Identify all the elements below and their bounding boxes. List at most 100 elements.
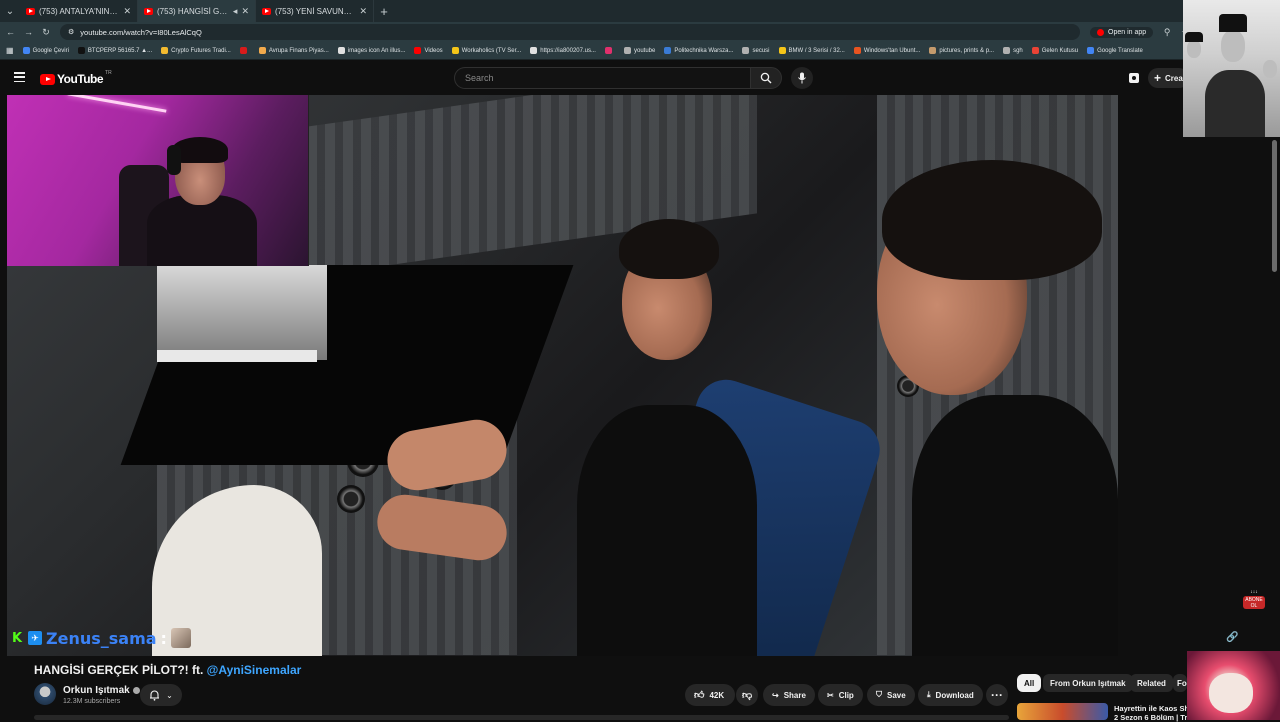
link-icon[interactable]: 🔗 [1226,632,1238,643]
bookmark-item[interactable]: youtube [623,47,655,54]
bookmark-item[interactable]: Gelen Kutusu [1031,47,1078,54]
bookmark-item[interactable]: BTCPERP 56165.7 ▲... [77,47,152,54]
chat-overlay-message: K ✈ Zenus_sama : [12,628,191,648]
streamer-body [147,195,257,266]
reload-icon[interactable]: ↻ [42,27,50,38]
bookmark-item[interactable]: https://ia800207.us... [530,47,596,54]
bookmark-item[interactable]: Google Çeviri [22,47,69,54]
bookmark-favicon-icon [530,47,538,54]
download-button[interactable]: ⤓ Download [918,684,983,706]
close-tab-icon[interactable]: ✕ [241,6,249,17]
bookmark-favicon-icon [22,47,30,54]
like-button[interactable]: 👍︎ 42K [685,684,735,706]
share-button[interactable]: ↪ Share [763,684,815,706]
bookmark-item[interactable]: Workaholics (TV Ser... [451,47,521,54]
new-tab-button[interactable]: + [374,4,394,19]
logo-region: TR [105,70,112,76]
save-button[interactable]: ⛉ Save [867,684,915,706]
arrow-down-icon: ↓↓↓ [1250,589,1258,595]
bookmark-item[interactable]: Videos [414,47,443,54]
bookmark-item[interactable]: pictures, prints & p... [929,47,994,54]
browser-tab-active[interactable]: (753) HANGİSİ GERÇEK PİLOT ◂ ✕ [138,0,256,22]
chip-from-channel[interactable]: From Orkun Işıtmak [1043,674,1133,692]
bookmark-label: Videos [424,47,443,54]
bookmark-item[interactable]: images icon An illus... [337,47,405,54]
more-icon: ··· [991,688,1003,702]
tab-search-icon[interactable]: ⌄ [0,0,20,22]
youtube-play-logo-icon [40,73,55,85]
clip-button[interactable]: ✂ Clip [818,684,863,706]
bookmark-item[interactable]: Politechnika Warsza... [664,47,733,54]
bookmark-label: https://ia800207.us... [540,47,596,54]
search-input[interactable]: Search [454,67,750,89]
zoom-icon[interactable]: ⚲ [1163,27,1171,38]
youtube-masthead: YouTube TR Search + Crea [0,61,1280,95]
recommendation-thumbnail[interactable] [1017,703,1108,720]
bookmark-item[interactable]: secusi [742,47,770,54]
search-icon [760,72,772,84]
bookmark-favicon-icon [853,47,861,54]
microphone-icon [798,72,806,84]
bookmark-favicon-icon [1031,47,1039,54]
video-player[interactable]: K ✈ Zenus_sama : [7,95,1118,656]
channel-mention-link[interactable]: @AyniSinemalar [207,663,302,677]
bookmark-item[interactable] [604,47,615,54]
forward-arrow-icon[interactable]: → [24,27,33,37]
bookmark-item[interactable]: Windows'tan Ubunt... [853,47,920,54]
back-arrow-icon[interactable]: ← [6,27,15,37]
hamburger-menu-icon[interactable] [14,72,25,82]
bookmark-favicon-icon [77,47,85,54]
close-tab-icon[interactable]: ✕ [359,6,367,17]
thumbs-up-icon: 👍︎ [694,690,705,701]
chip-related[interactable]: Related [1130,674,1173,692]
recommendation-title[interactable]: Hayrettin ile Kaos Sho 2 Sezon 6 Bölüm |… [1114,704,1187,722]
browser-tab[interactable]: (753) YENİ SAVUNMA PAKTI İS ✕ [256,0,374,22]
chip-label: From Orkun Işıtmak [1050,678,1126,688]
chip-all[interactable]: All [1017,674,1042,692]
thumbs-down-icon: 👎︎ [742,690,753,701]
site-info-icon[interactable]: ⚙ [68,28,74,36]
bookmark-favicon-icon [161,47,169,54]
mute-tab-icon[interactable]: ◂ [233,6,238,17]
search-button[interactable] [750,67,782,89]
youtube-logo[interactable]: YouTube TR [40,70,112,86]
close-tab-icon[interactable]: ✕ [123,6,131,17]
kalpak-hat-icon [1185,32,1203,42]
bookmark-item[interactable] [239,47,250,54]
address-bar[interactable]: ⚙ youtube.com/watch?v=I80LesAlCqQ [60,24,1080,40]
kick-badge-icon: K [12,630,23,646]
browser-tab[interactable]: (753) ANTALYA'NIN VAHŞİ DOĞ ✕ [20,0,138,22]
recommendation-title-line: 2 Sezon 6 Bölüm | Tr [1114,713,1187,722]
bookmark-favicon-icon [623,47,631,54]
bookmark-favicon-icon [778,47,786,54]
chat-separator: : [160,628,167,648]
subscribe-overlay-badge: ↓↓↓ ABONE OL [1243,589,1265,611]
explore-icon[interactable] [1128,72,1140,84]
streamer-facecam [7,95,309,266]
bookmark-item[interactable]: Google Translate [1087,47,1143,54]
bookmark-item[interactable]: Crypto Futures Tradi... [161,47,231,54]
create-label: Crea [1165,73,1183,83]
chip-more[interactable]: Fo [1173,674,1187,692]
bookmark-favicon-icon [604,47,612,54]
portrait-face [1221,30,1245,62]
channel-name[interactable]: Orkun Işıtmak [63,685,140,696]
more-actions-button[interactable]: ··· [986,684,1008,706]
chat-username: Zenus_sama [46,628,157,648]
youtube-favicon-icon [144,7,153,15]
bookmark-item[interactable]: BMW / 3 Serisi / 32... [778,47,845,54]
search-placeholder: Search [465,73,494,83]
dislike-button[interactable]: 👎︎ [736,684,758,706]
apps-grid-icon[interactable]: ▦ [6,46,14,55]
page-scrollbar[interactable] [1272,140,1277,272]
download-icon: ⤓ [927,690,931,699]
channel-avatar[interactable] [34,683,56,705]
bookmark-item[interactable]: sgh [1003,47,1023,54]
bookmark-item[interactable]: Avrupa Finans Piyas... [258,47,329,54]
open-in-app-button[interactable]: Open in app [1090,26,1154,38]
voice-search-button[interactable] [791,67,813,89]
chevron-down-icon: ⌄ [166,690,173,700]
tab-title: (753) ANTALYA'NIN VAHŞİ DOĞ [39,6,119,16]
chip-label: Fo [1177,678,1187,688]
notification-bell-button[interactable]: ⌄ [140,684,182,706]
